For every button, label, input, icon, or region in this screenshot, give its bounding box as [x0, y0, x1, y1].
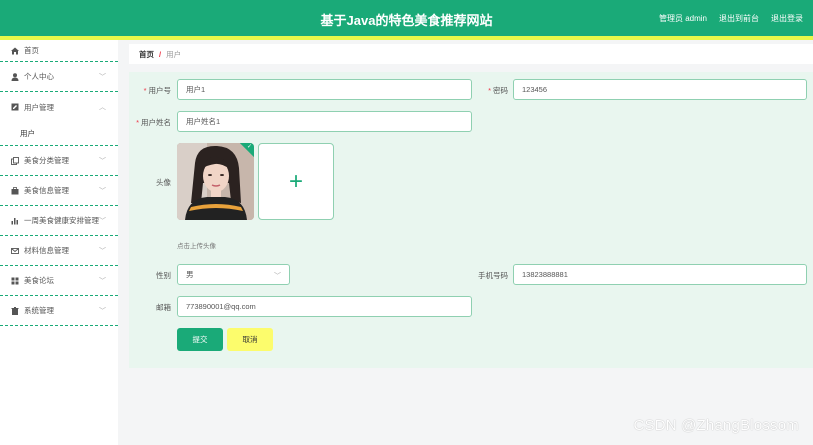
sidebar-item-label: 美食分类管理 — [24, 156, 69, 165]
plus-icon: + — [288, 167, 303, 195]
sidebar-item-label: 材料信息管理 — [24, 246, 69, 255]
copy-icon — [10, 156, 19, 165]
chevron-down-icon: ﹀ — [99, 278, 106, 285]
avatar-upload-hint: 点击上传头像 — [177, 243, 216, 250]
edit-icon — [10, 103, 19, 112]
bar-chart-icon — [10, 216, 19, 225]
sidebar: 首页 个人中心 ﹀ 用户管理 ︿ 用户 美食分类管理 ﹀ 美食信息管理 ﹀ 一周… — [0, 40, 118, 445]
chevron-down-icon: ﹀ — [99, 158, 106, 165]
phone-label: 手机号码 — [478, 271, 508, 280]
avatar-image[interactable]: ✓ — [177, 143, 254, 220]
sidebar-item-weekly-health-plan[interactable]: 一周美食健康安排管理 ﹀ — [0, 206, 118, 236]
admin-label: 管理员 admin — [658, 14, 707, 23]
chevron-down-icon: ﹀ — [99, 308, 106, 315]
cancel-button[interactable]: 取消 — [227, 328, 273, 351]
username-label: * 用户号 — [143, 86, 171, 95]
avatar-label: 头像 — [156, 178, 171, 187]
breadcrumb-separator: / — [159, 49, 162, 59]
sidebar-item-personal-center[interactable]: 个人中心 ﹀ — [0, 62, 118, 92]
realname-label: * 用户姓名 — [136, 118, 171, 127]
user-icon — [10, 72, 19, 81]
realname-input[interactable]: 用户姓名1 — [177, 111, 472, 132]
chevron-down-icon: ﹀ — [99, 218, 106, 225]
grid-icon — [10, 276, 19, 285]
username-input[interactable]: 用户1 — [177, 79, 472, 100]
home-icon — [10, 46, 19, 55]
sidebar-item-label: 首页 — [24, 46, 39, 55]
top-links: 管理员 admin 退出到前台 退出登录 — [659, 13, 803, 24]
briefcase-icon — [10, 186, 19, 195]
sidebar-item-user-management[interactable]: 用户管理 ︿ — [0, 92, 118, 122]
email-label: 邮箱 — [156, 303, 171, 312]
top-header: 基于Java的特色美食推荐网站 管理员 admin 退出到前台 退出登录 — [0, 0, 813, 36]
submit-button[interactable]: 提交 — [177, 328, 223, 351]
chevron-down-icon: ﹀ — [274, 273, 281, 280]
mail-icon — [10, 246, 19, 255]
sidebar-item-food-category[interactable]: 美食分类管理 ﹀ — [0, 146, 118, 176]
sidebar-item-label: 一周美食健康安排管理 — [24, 216, 99, 225]
header-accent-stripe — [0, 36, 813, 40]
sidebar-item-label: 美食论坛 — [24, 276, 54, 285]
breadcrumb: 首页 / 用户 — [129, 44, 813, 64]
chevron-down-icon: ﹀ — [99, 248, 106, 255]
sidebar-item-food-forum[interactable]: 美食论坛 ﹀ — [0, 266, 118, 296]
watermark: CSDN @ZhangBlossom — [633, 417, 799, 434]
sidebar-item-food-info[interactable]: 美食信息管理 ﹀ — [0, 176, 118, 206]
chevron-up-icon: ︿ — [99, 104, 106, 111]
breadcrumb-home[interactable]: 首页 — [139, 49, 154, 60]
sidebar-item-home[interactable]: 首页 — [0, 40, 118, 62]
chevron-down-icon: ﹀ — [99, 188, 106, 195]
sidebar-item-material-info[interactable]: 材料信息管理 ﹀ — [0, 236, 118, 266]
sidebar-item-system-management[interactable]: 系统管理 ﹀ — [0, 296, 118, 326]
back-to-front-link[interactable]: 退出到前台 — [719, 13, 759, 24]
logout-link[interactable]: 退出登录 — [771, 13, 803, 24]
email-input[interactable]: 773890001@qq.com — [177, 296, 472, 317]
check-icon: ✓ — [246, 144, 252, 150]
upload-avatar-button[interactable]: + — [258, 143, 334, 220]
password-label: * 密码 — [488, 86, 508, 95]
sidebar-item-label: 用户管理 — [24, 102, 54, 112]
sidebar-item-label: 美食信息管理 — [24, 186, 69, 195]
chevron-down-icon: ﹀ — [99, 74, 106, 81]
gender-selected-value: 男 — [186, 270, 194, 279]
sidebar-subitem-user[interactable]: 用户 — [0, 122, 118, 146]
phone-input[interactable]: 13823888881 — [513, 264, 807, 285]
sidebar-item-label: 系统管理 — [24, 306, 54, 315]
password-input[interactable]: 123456 — [513, 79, 807, 100]
gender-select[interactable]: 男 ﹀ — [177, 264, 290, 285]
trash-icon — [10, 306, 19, 315]
sidebar-item-label: 个人中心 — [24, 72, 54, 81]
breadcrumb-current: 用户 — [166, 49, 182, 59]
gender-label: 性别 — [156, 271, 171, 280]
